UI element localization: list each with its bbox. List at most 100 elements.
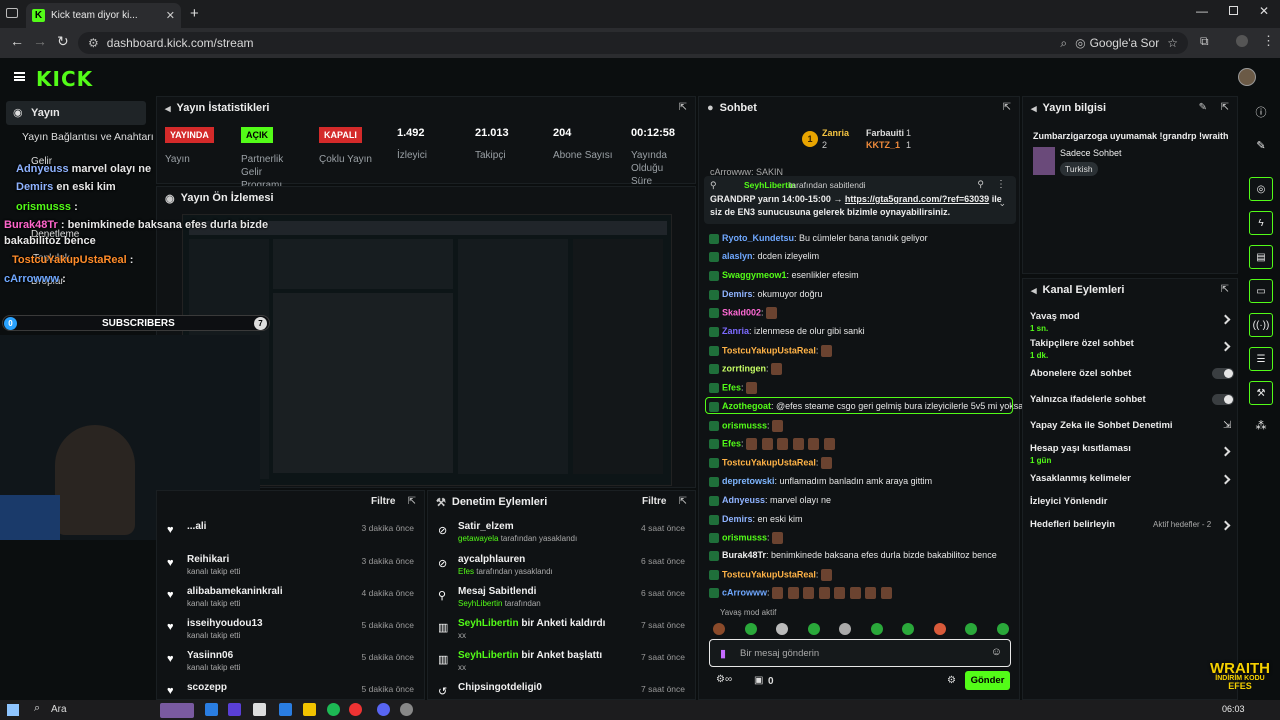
emote-shortcut-icon[interactable] bbox=[839, 623, 851, 635]
channel-action-item[interactable]: Hedefleri belirleyin bbox=[1030, 519, 1115, 530]
chat-username[interactable]: TostcuYakupUstaReal bbox=[722, 345, 816, 355]
emote-shortcut-icon[interactable] bbox=[933, 623, 946, 635]
user-avatar[interactable] bbox=[1238, 68, 1256, 86]
moderation-row[interactable]: ⚲ Mesaj Sabitlendi SeyhLibertin tarafından… bbox=[428, 583, 695, 615]
tab-search-icon[interactable] bbox=[6, 8, 18, 18]
moderation-row[interactable]: ↺ Chipsingotdeligi0 7 saat önce bbox=[428, 679, 695, 701]
info-rail-icon[interactable]: ⓘ bbox=[1253, 104, 1269, 120]
chat-message[interactable]: zorrtingen: bbox=[709, 363, 784, 375]
emote-shortcut-icon[interactable] bbox=[902, 623, 914, 635]
emote-shortcut-icon[interactable] bbox=[776, 623, 788, 635]
activity-user[interactable]: alibabamekaninkrali bbox=[187, 586, 283, 597]
minimize-button[interactable]: — bbox=[1196, 4, 1208, 18]
sidebar-item-stream-key[interactable]: Yayın Bağlantısı ve Anahtarı bbox=[22, 131, 154, 143]
forward-icon[interactable]: → bbox=[33, 33, 47, 49]
activity-filter-button[interactable]: Filtre bbox=[371, 496, 395, 507]
activity-user[interactable]: isseihyoudou13 bbox=[187, 618, 263, 629]
activity-row[interactable]: ♥ scozepp 5 dakika önce bbox=[157, 679, 424, 701]
top-second-name[interactable]: Farbauiti bbox=[866, 128, 904, 138]
chat-message[interactable]: Burak48Tr: benimkinede baksana efes durl… bbox=[709, 550, 997, 561]
chat-username[interactable]: orismusss bbox=[722, 532, 767, 542]
tab-close-icon[interactable]: ✕ bbox=[166, 9, 175, 22]
reload-icon[interactable]: ↻ bbox=[57, 33, 69, 50]
emote-shortcut-icon[interactable] bbox=[744, 623, 757, 635]
chat-username[interactable]: cArrowww bbox=[722, 587, 767, 597]
edit-icon[interactable]: ✎ bbox=[1199, 102, 1207, 113]
pinned-by-user[interactable]: SeyhLibertin bbox=[744, 180, 795, 190]
bolt-rail-icon[interactable]: ϟ bbox=[1249, 211, 1273, 235]
popout-icon[interactable]: ⇱ bbox=[1221, 284, 1229, 295]
chat-message[interactable]: Swaggymeow1: esenlikler efesim bbox=[709, 270, 859, 281]
popout-icon[interactable]: ⇱ bbox=[1221, 102, 1229, 113]
channel-action-item[interactable]: Abonelere özel sohbet bbox=[1030, 368, 1131, 379]
wrench-rail-icon[interactable]: ⚒ bbox=[1249, 381, 1273, 405]
browser-menu-icon[interactable]: ⋮ bbox=[1262, 33, 1275, 49]
chat-username[interactable]: TostcuYakupUstaReal bbox=[722, 569, 816, 579]
chat-username[interactable]: depretowski bbox=[722, 476, 775, 486]
channel-action-item[interactable]: İzleyici Yönlendir bbox=[1030, 496, 1107, 507]
kick-logo[interactable]: KICK bbox=[36, 67, 93, 91]
chat-username[interactable]: Adnyeuss bbox=[722, 495, 765, 505]
moderation-title[interactable]: Satir_elzem bbox=[458, 521, 514, 532]
chat-message[interactable]: Demirs: en eski kim bbox=[709, 514, 803, 525]
chat-message[interactable]: Adnyeuss: marvel olayı ne bbox=[709, 495, 831, 506]
chat-message[interactable]: Ryoto_Kundetsu: Bu cümleler bana tanıdık… bbox=[709, 233, 928, 244]
channel-action-item[interactable]: Yapay Zeka ile Sohbet Denetimi bbox=[1030, 420, 1173, 431]
emoji-icon[interactable]: ☺ bbox=[991, 646, 1002, 658]
activity-row[interactable]: ♥ Reihikari kanalı takip etti 3 dakika önce bbox=[157, 551, 424, 583]
document-rail-icon[interactable]: ▤ bbox=[1249, 245, 1273, 269]
chat-message[interactable]: orismusss: bbox=[709, 532, 785, 544]
pinned-menu-icon[interactable]: ⋮ bbox=[996, 179, 1006, 190]
taskbar-discord-icon[interactable] bbox=[377, 703, 390, 716]
chat-message[interactable]: Zanria: izlenmese de olur gibi sanki bbox=[709, 326, 865, 337]
back-icon[interactable]: ← bbox=[10, 33, 24, 49]
hamburger-menu-icon[interactable] bbox=[14, 72, 25, 81]
pen-rail-icon[interactable]: ✎ bbox=[1253, 137, 1269, 153]
activity-user[interactable]: scozepp bbox=[187, 682, 227, 693]
activity-row[interactable]: ♥ isseihyoudou13 kanalı takip etti 5 dakika… bbox=[157, 615, 424, 647]
chat-message[interactable]: TostcuYakupUstaReal: bbox=[709, 569, 834, 581]
channel-action-item[interactable]: Yalnızca ifadelerle sohbet bbox=[1030, 394, 1146, 405]
channel-action-item[interactable]: Yavaş mod 1 sn. bbox=[1030, 311, 1080, 333]
popout-icon[interactable]: ⇱ bbox=[1003, 102, 1011, 113]
chat-username[interactable]: Demirs bbox=[722, 289, 753, 299]
chat-message[interactable]: depretowski: unflamadım banladın amk ara… bbox=[709, 476, 932, 487]
taskbar-chrome-icon[interactable] bbox=[349, 703, 362, 716]
chat-message[interactable]: Efes: bbox=[709, 438, 837, 450]
chat-message[interactable]: cArrowww: bbox=[709, 587, 894, 599]
address-bar[interactable]: ⚙ dashboard.kick.com/stream ⌕ ◎ Google'a … bbox=[78, 32, 1188, 54]
chat-input-box[interactable]: ▮ Bir mesaj gönderin ☺ bbox=[709, 639, 1011, 667]
moderation-row[interactable]: ⊘ aycalphlauren Efes tarafından yasaklandı… bbox=[428, 551, 695, 583]
emote-shortcut-icon[interactable] bbox=[996, 623, 1009, 635]
activity-user[interactable]: Reihikari bbox=[187, 554, 229, 565]
chat-message[interactable]: TostcuYakupUstaReal: bbox=[709, 457, 834, 469]
taskbar-app-icon[interactable] bbox=[228, 703, 241, 716]
unpin-icon[interactable]: ⚲ bbox=[977, 179, 984, 190]
language-tag[interactable]: Turkish bbox=[1060, 162, 1098, 176]
activity-row[interactable]: ♥ Yasiinn06 kanalı takip etti 5 dakika önce bbox=[157, 647, 424, 679]
profile-icon[interactable] bbox=[1236, 35, 1248, 47]
emote-shortcut-icon[interactable] bbox=[807, 623, 820, 635]
emote-shortcut-icon[interactable] bbox=[870, 623, 883, 635]
chat-message[interactable]: Skald002: bbox=[709, 307, 779, 319]
popout-icon[interactable]: ⇱ bbox=[408, 496, 416, 507]
taskbar-spotify-icon[interactable] bbox=[327, 703, 340, 716]
restore-button[interactable] bbox=[1229, 6, 1238, 15]
taskbar-obs-icon[interactable] bbox=[400, 703, 413, 716]
chat-message[interactable]: Demirs: okumuyor doğru bbox=[709, 289, 823, 300]
external-link-icon[interactable]: ⇲ bbox=[1223, 420, 1231, 431]
chat-username[interactable]: Efes bbox=[722, 382, 741, 392]
chat-username[interactable]: Skald002 bbox=[722, 307, 761, 317]
chat-username[interactable]: TostcuYakupUstaReal bbox=[722, 457, 816, 467]
top-third-name[interactable]: KKTZ_1 bbox=[866, 140, 900, 150]
moderation-actor[interactable]: SeyhLibertin bbox=[458, 618, 519, 629]
chat-settings-icon[interactable]: ⚙ bbox=[947, 675, 956, 686]
more-rail-icon[interactable]: ⁂ bbox=[1253, 417, 1269, 433]
chat-username[interactable]: alaslyn bbox=[722, 251, 753, 261]
activity-user[interactable]: ...ali bbox=[187, 521, 206, 532]
activity-user[interactable]: Yasiinn06 bbox=[187, 650, 233, 661]
chat-username[interactable]: Efes bbox=[722, 438, 741, 448]
chat-username[interactable]: Burak48Tr bbox=[722, 550, 766, 560]
chat-message[interactable]: orismusss: bbox=[709, 420, 785, 432]
browser-tab[interactable]: K Kick team diyor ki... ✕ bbox=[26, 3, 181, 28]
